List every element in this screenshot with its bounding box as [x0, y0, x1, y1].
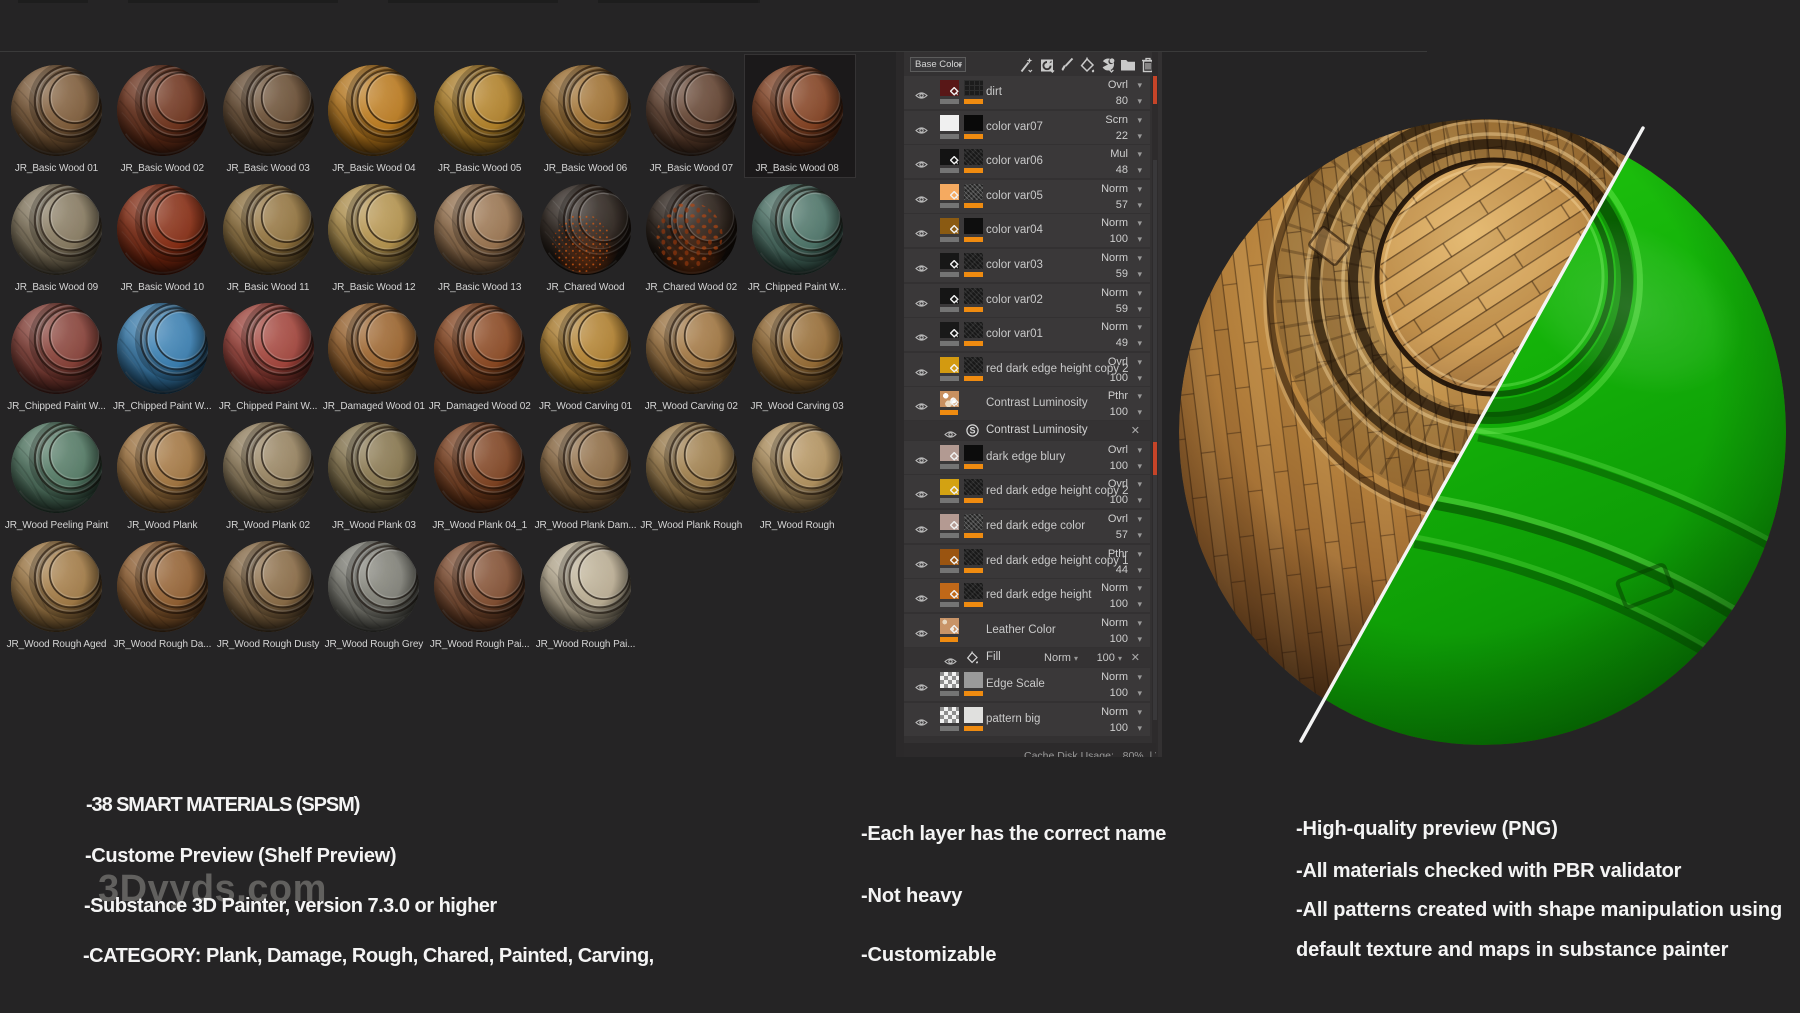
- svg-text:S: S: [969, 426, 975, 436]
